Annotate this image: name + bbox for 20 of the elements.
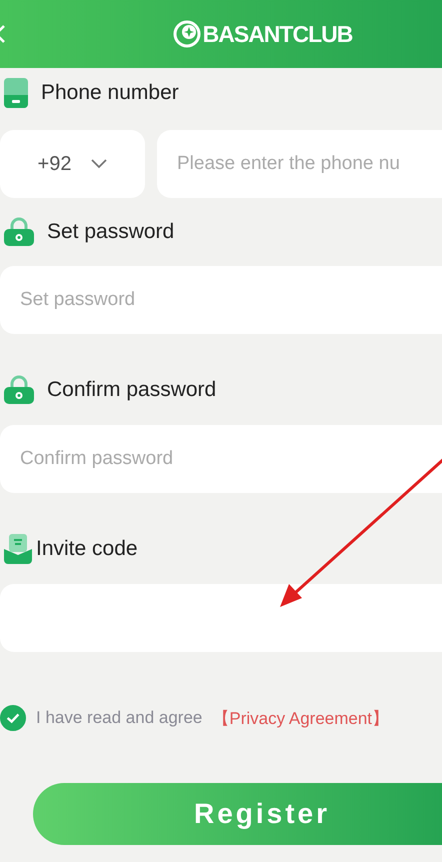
register-button[interactable]: Register (33, 783, 442, 845)
lock-icon (3, 375, 35, 405)
agreement-text: I have read and agree (36, 708, 202, 728)
lock-icon (3, 217, 35, 247)
invite-code-input-field[interactable] (0, 584, 442, 652)
field-label: Set password (47, 220, 174, 244)
field-label: Invite code (36, 537, 138, 561)
password-input-field[interactable]: Confirm password (0, 425, 442, 493)
envelope-icon (3, 533, 33, 565)
country-code-dropdown[interactable]: +92 (0, 130, 145, 198)
agreement-checkbox[interactable] (0, 705, 26, 731)
field-label: Phone number (41, 81, 179, 105)
phone-input-field[interactable]: Please enter the phone nu (157, 130, 442, 198)
logo-text: BASANTCLUB (202, 20, 352, 48)
chevron-down-icon (91, 159, 108, 169)
password-input-field[interactable]: Set password (0, 266, 442, 334)
phone-icon (3, 77, 29, 109)
field-label: Confirm password (47, 378, 216, 402)
privacy-agreement-link[interactable]: 【Privacy Agreement】 (212, 706, 390, 730)
logo-icon (172, 19, 202, 49)
